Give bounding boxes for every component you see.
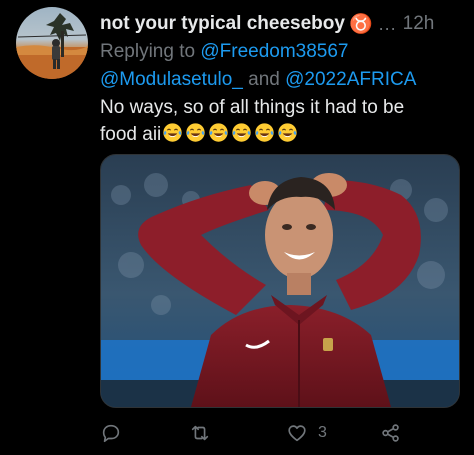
tears-of-joy-emoji-icon bbox=[255, 123, 274, 142]
retweet-button[interactable] bbox=[188, 418, 212, 448]
tears-of-joy-emoji-icon bbox=[186, 123, 205, 142]
tweet-actions: 3 bbox=[100, 418, 440, 448]
photo-celebrating-player bbox=[101, 155, 459, 407]
taurus-icon: ♉ bbox=[348, 14, 373, 35]
tears-of-joy-emoji-icon bbox=[232, 123, 251, 142]
tweet-text: No ways, so of all things it had to be f… bbox=[100, 94, 460, 148]
tweet-image[interactable] bbox=[100, 154, 460, 408]
mention-link[interactable]: @Modulasetulo_ bbox=[100, 69, 243, 90]
like-count: 3 bbox=[318, 424, 327, 441]
tears-of-joy-emoji-icon bbox=[278, 123, 297, 142]
tweet-text-line: No ways, so of all things it had to be bbox=[100, 97, 405, 118]
tweet-text-line: food aii bbox=[100, 124, 162, 145]
replying-to: Replying to @Freedom38567 @Modulasetulo_… bbox=[100, 38, 470, 94]
heart-icon bbox=[288, 425, 306, 442]
tears-of-joy-emoji-icon bbox=[209, 123, 228, 142]
more-options-icon[interactable]: ... bbox=[379, 14, 397, 35]
share-icon bbox=[382, 424, 399, 442]
mention-link[interactable]: @2022AFRICA bbox=[285, 69, 416, 90]
tears-of-joy-emoji-icon bbox=[163, 123, 182, 142]
emoji-group bbox=[162, 122, 300, 143]
retweet-icon bbox=[191, 425, 209, 441]
avatar-image bbox=[16, 13, 88, 79]
like-button[interactable]: 3 bbox=[286, 418, 327, 448]
tweet-header: not your typical cheeseboy ♉ ... 12h bbox=[100, 10, 470, 38]
reply-icon bbox=[102, 424, 120, 443]
and-word: and bbox=[248, 69, 280, 90]
author-name[interactable]: not your typical cheeseboy bbox=[100, 13, 345, 35]
avatar[interactable] bbox=[16, 7, 88, 79]
mention-link[interactable]: @Freedom38567 bbox=[200, 41, 348, 62]
share-button[interactable] bbox=[380, 418, 402, 448]
replying-prefix: Replying to bbox=[100, 41, 196, 62]
reply-button[interactable] bbox=[100, 418, 122, 448]
timestamp[interactable]: 12h bbox=[403, 13, 435, 35]
